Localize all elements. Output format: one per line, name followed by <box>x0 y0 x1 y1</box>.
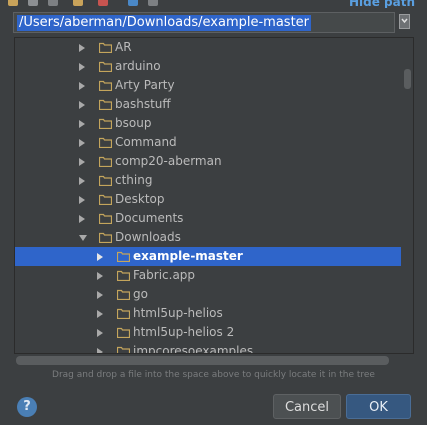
tree-row[interactable]: comp20-aberman <box>15 152 401 171</box>
tree-row-label: Desktop <box>115 192 165 206</box>
folder-icon <box>117 289 130 300</box>
expand-arrow-icon[interactable] <box>79 139 85 147</box>
tree-row[interactable]: cthing <box>15 171 401 190</box>
tree-row-label: Arty Party <box>115 78 175 92</box>
expand-arrow-icon[interactable] <box>79 101 85 109</box>
folder-icon <box>99 156 112 167</box>
ok-button[interactable]: OK <box>346 394 411 419</box>
expand-arrow-icon[interactable] <box>79 82 85 90</box>
folder-icon <box>99 118 112 129</box>
tree-row[interactable]: Command <box>15 133 401 152</box>
expand-arrow-icon[interactable] <box>79 44 85 52</box>
tree-row-label: bsoup <box>115 116 152 130</box>
expand-arrow-icon[interactable] <box>79 196 85 204</box>
home-icon[interactable] <box>8 0 18 6</box>
expand-arrow-icon[interactable] <box>97 310 103 318</box>
tree-row-label: arduino <box>115 59 161 73</box>
expand-arrow-icon[interactable] <box>97 329 103 337</box>
folder-icon <box>99 137 112 148</box>
tree-row[interactable]: Desktop <box>15 190 401 209</box>
tree-row-label: example-master <box>133 249 243 263</box>
vertical-scrollbar-thumb[interactable] <box>404 69 411 89</box>
expand-arrow-icon[interactable] <box>97 348 103 353</box>
expand-arrow-icon[interactable] <box>79 120 85 128</box>
folder-icon <box>117 327 130 338</box>
tree-row-label: Fabric.app <box>133 268 196 282</box>
tree-row-label: go <box>133 287 148 301</box>
tree-row-label: Command <box>115 135 177 149</box>
vertical-scrollbar[interactable] <box>402 38 413 353</box>
tree-row[interactable]: impcoresoexamples <box>15 342 401 354</box>
project-icon[interactable] <box>48 0 58 6</box>
tree-row-label: Documents <box>115 211 184 225</box>
folder-icon <box>117 346 130 353</box>
folder-icon <box>99 42 112 53</box>
expand-arrow-icon[interactable] <box>79 215 85 223</box>
expand-arrow-icon[interactable] <box>79 63 85 71</box>
desktop-icon[interactable] <box>28 0 38 6</box>
tree-row[interactable]: AR <box>15 38 401 57</box>
tree-row-label: html5up-helios 2 <box>133 325 235 339</box>
tree-row[interactable]: example-master <box>15 247 401 266</box>
delete-icon[interactable] <box>98 0 108 6</box>
tree-row[interactable]: arduino <box>15 57 401 76</box>
file-tree[interactable]: impcoresoexamples html5up-helios 2 html5up… <box>14 37 414 354</box>
tree-row-label: cthing <box>115 173 153 187</box>
collapse-arrow-icon[interactable] <box>79 235 87 241</box>
hide-path-link[interactable]: Hide path <box>349 0 415 8</box>
help-button[interactable]: ? <box>17 397 37 417</box>
tree-row[interactable]: Arty Party <box>15 76 401 95</box>
toolbar: Hide path <box>0 0 427 8</box>
folder-icon <box>117 308 130 319</box>
folder-icon <box>99 80 112 91</box>
expand-arrow-icon[interactable] <box>97 253 103 261</box>
expand-arrow-icon[interactable] <box>97 272 103 280</box>
tree-row[interactable]: html5up-helios 2 <box>15 323 401 342</box>
tree-row-label: comp20-aberman <box>115 154 222 168</box>
tree-row[interactable]: Downloads <box>15 228 401 247</box>
new-folder-icon[interactable] <box>73 0 83 6</box>
refresh-icon[interactable] <box>128 0 138 6</box>
tree-row-label: AR <box>115 40 132 54</box>
expand-arrow-icon[interactable] <box>79 177 85 185</box>
drag-drop-hint: Drag and drop a file into the space abov… <box>52 370 375 380</box>
folder-icon <box>99 61 112 72</box>
tree-row-label: bashstuff <box>115 97 171 111</box>
expand-arrow-icon[interactable] <box>97 291 103 299</box>
expand-arrow-icon[interactable] <box>79 158 85 166</box>
path-history-icon[interactable] <box>399 14 410 29</box>
tree-row-label: impcoresoexamples <box>133 344 254 354</box>
tree-row[interactable]: bashstuff <box>15 95 401 114</box>
folder-icon <box>99 194 112 205</box>
path-input[interactable]: /Users/aberman/Downloads/example-master <box>13 12 395 33</box>
tree-row-label: Downloads <box>115 230 181 244</box>
tree-row-label: html5up-helios <box>133 306 223 320</box>
path-input-value[interactable]: /Users/aberman/Downloads/example-master <box>17 15 312 31</box>
tree-row[interactable]: go <box>15 285 401 304</box>
folder-icon <box>117 251 130 262</box>
tree-row[interactable]: bsoup <box>15 114 401 133</box>
show-hidden-icon[interactable] <box>148 0 158 6</box>
cancel-button[interactable]: Cancel <box>273 394 341 419</box>
tree-row[interactable]: Documents <box>15 209 401 228</box>
horizontal-scrollbar[interactable] <box>16 356 389 365</box>
folder-icon <box>99 232 112 243</box>
tree-row[interactable]: Fabric.app <box>15 266 401 285</box>
folder-icon <box>99 99 112 110</box>
tree-row[interactable]: html5up-helios <box>15 304 401 323</box>
folder-icon <box>117 270 130 281</box>
folder-icon <box>99 213 112 224</box>
folder-icon <box>99 175 112 186</box>
